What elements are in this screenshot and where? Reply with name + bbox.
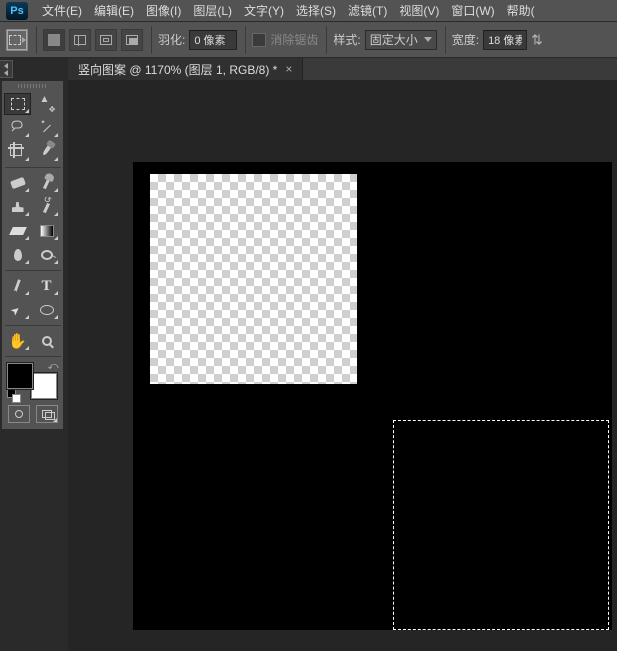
menu-bar: Ps 文件(E) 编辑(E) 图像(I) 图层(L) 文字(Y) 选择(S) 滤… bbox=[0, 0, 617, 22]
lasso-tool[interactable] bbox=[4, 117, 31, 139]
menu-help[interactable]: 帮助( bbox=[501, 0, 541, 21]
chevron-down-icon bbox=[424, 37, 432, 42]
feather-label: 羽化: bbox=[158, 31, 185, 48]
magnifier-icon bbox=[39, 333, 55, 349]
menu-window[interactable]: 窗口(W) bbox=[445, 0, 500, 21]
zoom-tool[interactable] bbox=[33, 330, 60, 352]
quick-mask-button[interactable] bbox=[8, 405, 30, 423]
style-value: 固定大小 bbox=[370, 31, 418, 48]
arrow-icon bbox=[10, 302, 26, 318]
menu-filter[interactable]: 滤镜(T) bbox=[342, 0, 393, 21]
menu-image[interactable]: 图像(I) bbox=[140, 0, 187, 21]
marquee-selection[interactable] bbox=[393, 420, 609, 630]
move-icon bbox=[39, 96, 55, 112]
lasso-icon bbox=[10, 120, 26, 136]
blur-tool[interactable] bbox=[4, 244, 31, 266]
gradient-icon bbox=[39, 223, 55, 239]
screen-mode-button[interactable] bbox=[36, 405, 58, 423]
color-swatches: ⤺ bbox=[5, 361, 61, 401]
hand-tool[interactable]: ✋ bbox=[4, 330, 31, 352]
eraser-icon bbox=[10, 223, 26, 239]
gradient-tool[interactable] bbox=[33, 220, 60, 242]
menu-type[interactable]: 文字(Y) bbox=[238, 0, 290, 21]
panel-grip[interactable] bbox=[2, 81, 63, 91]
pen-tool[interactable] bbox=[4, 275, 31, 297]
antialias-label: 消除锯齿 bbox=[270, 31, 318, 48]
marquee-icon bbox=[11, 98, 25, 110]
width-input[interactable] bbox=[483, 30, 527, 50]
brush-tool[interactable] bbox=[33, 172, 60, 194]
app-logo: Ps bbox=[6, 2, 28, 20]
toolbox-panel: T ✋ ⤺ bbox=[1, 80, 64, 430]
style-dropdown[interactable]: 固定大小 bbox=[365, 30, 437, 50]
default-colors-button[interactable] bbox=[7, 389, 19, 401]
new-selection-button[interactable] bbox=[43, 29, 65, 51]
add-selection-button[interactable] bbox=[69, 29, 91, 51]
type-tool[interactable]: T bbox=[33, 275, 60, 297]
marquee-tool[interactable] bbox=[4, 93, 31, 115]
swap-dimensions-button[interactable]: ⇄ bbox=[528, 34, 545, 46]
brush-icon bbox=[39, 175, 55, 191]
document-tab-bar: 竖向图案 @ 1170% (图层 1, RGB/8) * × bbox=[68, 58, 617, 80]
swap-colors-button[interactable]: ⤺ bbox=[48, 361, 59, 372]
transparent-layer-region bbox=[150, 174, 357, 384]
bandage-icon bbox=[10, 175, 26, 191]
pen-icon bbox=[10, 278, 26, 294]
eyedropper-tool[interactable] bbox=[33, 141, 60, 163]
document-tab[interactable]: 竖向图案 @ 1170% (图层 1, RGB/8) * × bbox=[68, 58, 303, 80]
chevron-left-icon bbox=[4, 70, 8, 76]
menu-file[interactable]: 文件(E) bbox=[36, 0, 88, 21]
drop-icon bbox=[10, 247, 26, 263]
feather-input[interactable] bbox=[189, 30, 237, 50]
healing-brush-tool[interactable] bbox=[4, 172, 31, 194]
intersect-selection-icon bbox=[126, 35, 138, 45]
history-brush-icon bbox=[39, 199, 55, 215]
work-area: T ✋ ⤺ 竖向图案 @ 1170% (图层 1, RGB/8) * × bbox=[0, 58, 617, 651]
marquee-icon bbox=[9, 35, 21, 45]
add-selection-icon bbox=[74, 35, 86, 45]
path-selection-tool[interactable] bbox=[4, 299, 31, 321]
foreground-color[interactable] bbox=[7, 363, 33, 389]
intersect-selection-button[interactable] bbox=[121, 29, 143, 51]
style-label: 样式: bbox=[333, 31, 360, 48]
crop-tool[interactable] bbox=[4, 141, 31, 163]
menu-layer[interactable]: 图层(L) bbox=[187, 0, 238, 21]
collapse-handle[interactable] bbox=[0, 60, 13, 78]
stamp-tool[interactable] bbox=[4, 196, 31, 218]
menu-select[interactable]: 选择(S) bbox=[290, 0, 342, 21]
close-tab-button[interactable]: × bbox=[285, 62, 292, 76]
text-icon: T bbox=[41, 279, 51, 294]
options-bar: 羽化: 消除锯齿 样式: 固定大小 宽度: ⇄ bbox=[0, 22, 617, 58]
ellipse-icon bbox=[39, 302, 55, 318]
shape-tool[interactable] bbox=[33, 299, 60, 321]
background-color[interactable] bbox=[31, 373, 57, 399]
history-brush-tool[interactable] bbox=[33, 196, 60, 218]
width-label: 宽度: bbox=[452, 31, 479, 48]
menu-view[interactable]: 视图(V) bbox=[393, 0, 445, 21]
dodge-tool[interactable] bbox=[33, 244, 60, 266]
canvas[interactable] bbox=[133, 162, 612, 630]
subtract-selection-icon bbox=[100, 35, 112, 45]
square-icon bbox=[48, 34, 60, 46]
menu-edit[interactable]: 编辑(E) bbox=[88, 0, 140, 21]
chevron-left-icon bbox=[4, 63, 8, 69]
eyedropper-icon bbox=[39, 144, 55, 160]
document-title: 竖向图案 @ 1170% (图层 1, RGB/8) * bbox=[78, 61, 277, 78]
antialias-checkbox bbox=[252, 33, 266, 47]
stamp-icon bbox=[10, 199, 26, 215]
move-tool[interactable] bbox=[33, 93, 60, 115]
tool-preset-button[interactable] bbox=[6, 29, 28, 51]
crop-icon bbox=[10, 144, 26, 160]
chevron-down-icon bbox=[22, 37, 26, 43]
magic-wand-tool[interactable] bbox=[33, 117, 60, 139]
dodge-icon bbox=[39, 247, 55, 263]
canvas-viewport[interactable] bbox=[68, 80, 617, 651]
eraser-tool[interactable] bbox=[4, 220, 31, 242]
wand-icon bbox=[39, 120, 55, 136]
subtract-selection-button[interactable] bbox=[95, 29, 117, 51]
